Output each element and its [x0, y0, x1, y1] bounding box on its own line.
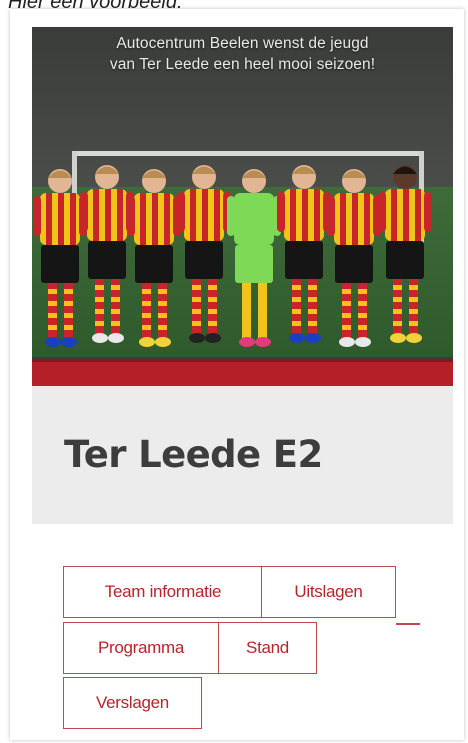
tab-programma[interactable]: Programma [63, 622, 219, 674]
banner-line-2: van Ter Leede een heel mooi seizoen! [109, 56, 376, 73]
tab-stand[interactable]: Stand [218, 622, 317, 674]
team-title-box: Ter Leede E2 [32, 386, 453, 524]
tab-uitslagen[interactable]: Uitslagen [261, 566, 396, 618]
tab-verslagen[interactable]: Verslagen [63, 677, 202, 729]
team-name-heading: Ter Leede E2 [64, 433, 323, 476]
tab-underline-decoration [396, 623, 420, 625]
team-photo: Autocentrum Beelen wenst de jeugd van Te… [32, 27, 453, 386]
team-card: Autocentrum Beelen wenst de jeugd van Te… [10, 9, 464, 740]
banner-line-1: Autocentrum Beelen wenst de jeugd [116, 35, 369, 52]
tab-team-informatie[interactable]: Team informatie [63, 566, 263, 618]
sponsor-banner: Autocentrum Beelen wenst de jeugd van Te… [32, 33, 453, 75]
